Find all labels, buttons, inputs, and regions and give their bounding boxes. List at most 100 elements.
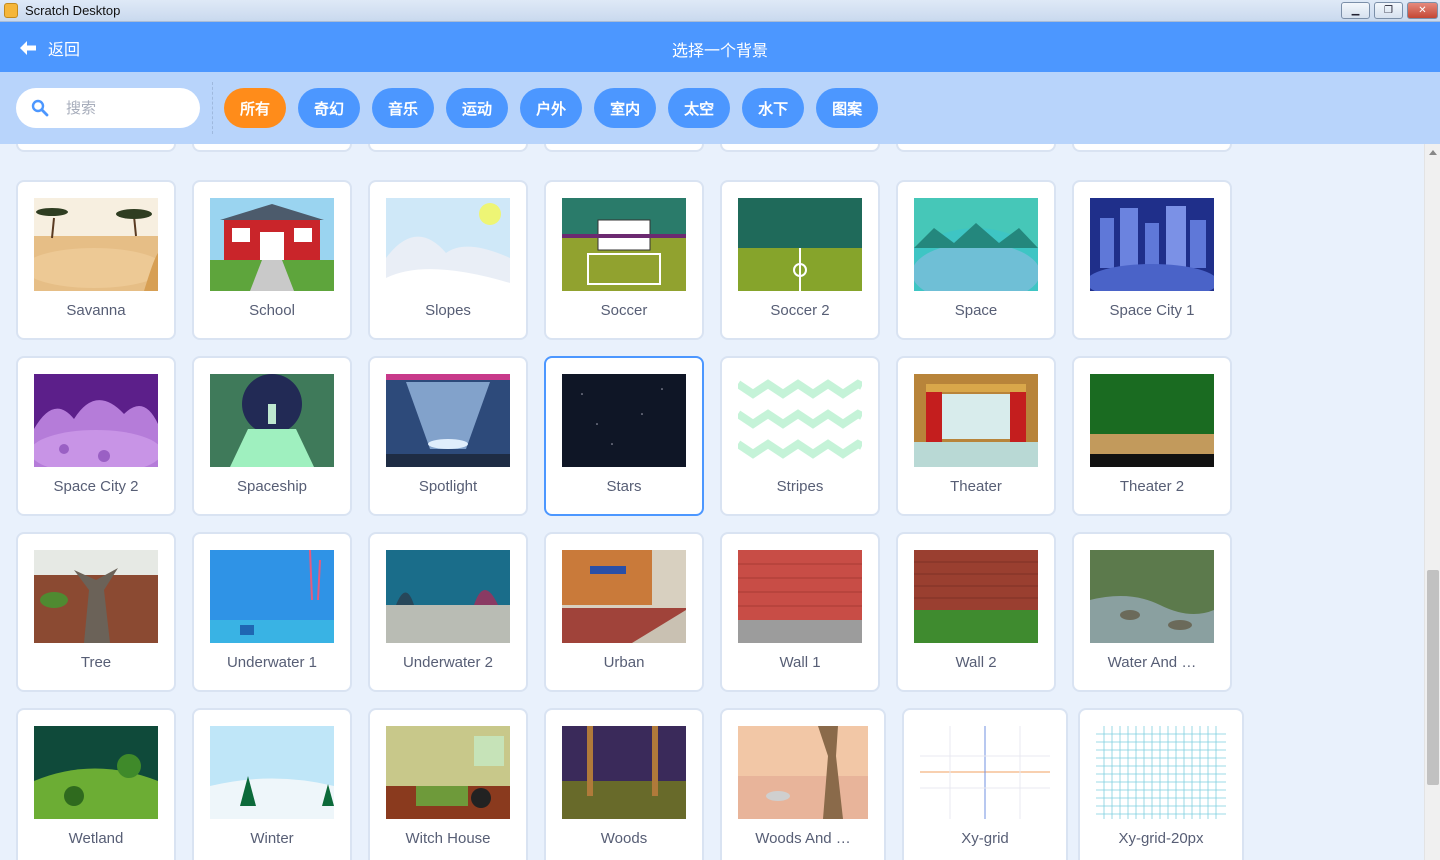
page-title: 选择一个背景 xyxy=(671,43,768,60)
urban-thumbnail xyxy=(562,550,686,643)
scroll-up-arrow-icon[interactable] xyxy=(1429,150,1437,155)
backdrop-card-partial[interactable] xyxy=(16,144,176,152)
tag-filter-button[interactable]: 所有 xyxy=(224,88,287,128)
stars-thumbnail xyxy=(562,374,686,467)
xy-grid-20px-thumbnail xyxy=(1096,726,1226,819)
tag-filter-button[interactable]: 水下 xyxy=(742,88,805,128)
backdrop-label: Space City 1 xyxy=(1109,302,1195,319)
close-button[interactable]: ✕ xyxy=(1407,2,1438,19)
woods-and-bench-thumbnail xyxy=(738,726,868,819)
wetland-thumbnail xyxy=(34,726,158,819)
search-icon xyxy=(31,99,49,117)
backdrop-card[interactable]: Water And … xyxy=(1072,532,1232,692)
backdrop-card[interactable]: Savanna xyxy=(16,180,176,340)
backdrop-card[interactable]: Wetland xyxy=(16,708,176,860)
winter-thumbnail xyxy=(210,726,334,819)
filter-divider xyxy=(212,82,213,134)
backdrop-label: Spotlight xyxy=(418,478,478,495)
underwater-1-thumbnail xyxy=(210,550,334,643)
backdrop-card-partial[interactable] xyxy=(368,144,528,152)
backdrop-card[interactable]: Wall 2 xyxy=(896,532,1056,692)
backdrop-card[interactable]: Theater 2 xyxy=(1072,356,1232,516)
stripes-thumbnail xyxy=(738,374,862,467)
backdrop-label: Woods And … xyxy=(755,830,851,847)
backdrop-label: Spaceship xyxy=(236,478,308,495)
backdrop-card[interactable]: Xy-grid-20px xyxy=(1078,708,1244,860)
backdrop-label: Water And … xyxy=(1107,654,1197,671)
backdrop-label: Space City 2 xyxy=(53,478,139,495)
scratch-app-icon xyxy=(4,3,18,18)
tag-filter-button[interactable]: 图案 xyxy=(816,88,879,128)
scrollbar-thumb[interactable] xyxy=(1427,570,1439,785)
backdrop-label: Woods xyxy=(600,830,648,847)
backdrop-label: Soccer 2 xyxy=(770,302,830,319)
backdrop-card-partial[interactable] xyxy=(1072,144,1232,152)
backdrop-card-partial[interactable] xyxy=(544,144,704,152)
tree-thumbnail xyxy=(34,550,158,643)
theater-2-thumbnail xyxy=(1090,374,1214,467)
backdrop-card[interactable]: Space City 1 xyxy=(1072,180,1232,340)
backdrop-label: Wall 2 xyxy=(955,654,997,671)
tag-filter-button[interactable]: 太空 xyxy=(668,88,731,128)
backdrop-card[interactable]: Spaceship xyxy=(192,356,352,516)
spotlight-thumbnail xyxy=(386,374,510,467)
backdrop-card[interactable]: Underwater 1 xyxy=(192,532,352,692)
soccer-thumbnail xyxy=(562,198,686,291)
backdrop-label: School xyxy=(249,302,295,319)
backdrop-card[interactable]: Spotlight xyxy=(368,356,528,516)
backdrop-card[interactable]: Space City 2 xyxy=(16,356,176,516)
backdrop-label: Underwater 1 xyxy=(226,654,318,671)
spaceship-thumbnail xyxy=(210,374,334,467)
tag-filter-button[interactable]: 奇幻 xyxy=(298,88,361,128)
tag-filter-button[interactable]: 室内 xyxy=(594,88,657,128)
tag-filter-button[interactable]: 户外 xyxy=(520,88,583,128)
backdrop-card[interactable]: Soccer xyxy=(544,180,704,340)
backdrop-label: Stripes xyxy=(776,478,824,495)
backdrop-card[interactable]: Stars xyxy=(544,356,704,516)
backdrop-label: Wall 1 xyxy=(779,654,821,671)
window-titlebar: Scratch Desktop ▁ ❐ ✕ xyxy=(0,0,1440,22)
restore-button[interactable]: ❐ xyxy=(1374,2,1403,19)
backdrop-card[interactable]: Stripes xyxy=(720,356,880,516)
school-thumbnail xyxy=(210,198,334,291)
soccer-2-thumbnail xyxy=(738,198,862,291)
search-input[interactable] xyxy=(66,96,186,120)
wall-2-thumbnail xyxy=(914,550,1038,643)
underwater-2-thumbnail xyxy=(386,550,510,643)
backdrop-card[interactable]: Wall 1 xyxy=(720,532,880,692)
backdrop-card[interactable]: Witch House xyxy=(368,708,528,860)
backdrop-label: Xy-grid xyxy=(961,830,1009,847)
vertical-scrollbar[interactable] xyxy=(1424,144,1440,860)
backdrop-card[interactable]: Woods xyxy=(544,708,704,860)
backdrop-card-partial[interactable] xyxy=(720,144,880,152)
space-city-2-thumbnail xyxy=(34,374,158,467)
backdrop-card[interactable]: Theater xyxy=(896,356,1056,516)
window-title: Scratch Desktop xyxy=(25,3,121,18)
backdrop-card[interactable]: Space xyxy=(896,180,1056,340)
backdrop-card[interactable]: Underwater 2 xyxy=(368,532,528,692)
backdrop-label: Wetland xyxy=(68,830,124,847)
tag-filter-button[interactable]: 音乐 xyxy=(372,88,435,128)
backdrop-card[interactable]: Xy-grid xyxy=(902,708,1068,860)
backdrop-card-partial[interactable] xyxy=(192,144,352,152)
theater-thumbnail xyxy=(914,374,1038,467)
backdrop-card[interactable]: Soccer 2 xyxy=(720,180,880,340)
savanna-thumbnail xyxy=(34,198,158,291)
backdrop-label: Slopes xyxy=(425,302,471,319)
backdrop-card[interactable]: School xyxy=(192,180,352,340)
backdrop-card[interactable]: Winter xyxy=(192,708,352,860)
backdrop-grid[interactable]: Savanna School Slopes Soccer Soccer 2 Space Sp… xyxy=(0,144,1424,860)
backdrop-card[interactable]: Tree xyxy=(16,532,176,692)
search-box[interactable] xyxy=(16,88,200,128)
backdrop-label: Theater xyxy=(950,478,1002,495)
backdrop-card[interactable]: Urban xyxy=(544,532,704,692)
space-thumbnail xyxy=(914,198,1038,291)
backdrop-card[interactable]: Woods And … xyxy=(720,708,886,860)
library-header: 返回 选择一个背景 xyxy=(0,22,1440,72)
backdrop-card-partial[interactable] xyxy=(896,144,1056,152)
backdrop-card[interactable]: Slopes xyxy=(368,180,528,340)
minimize-button[interactable]: ▁ xyxy=(1341,2,1370,19)
tag-filter-button[interactable]: 运动 xyxy=(446,88,509,128)
backdrop-label: Stars xyxy=(606,478,642,495)
backdrop-label: Soccer xyxy=(600,302,648,319)
